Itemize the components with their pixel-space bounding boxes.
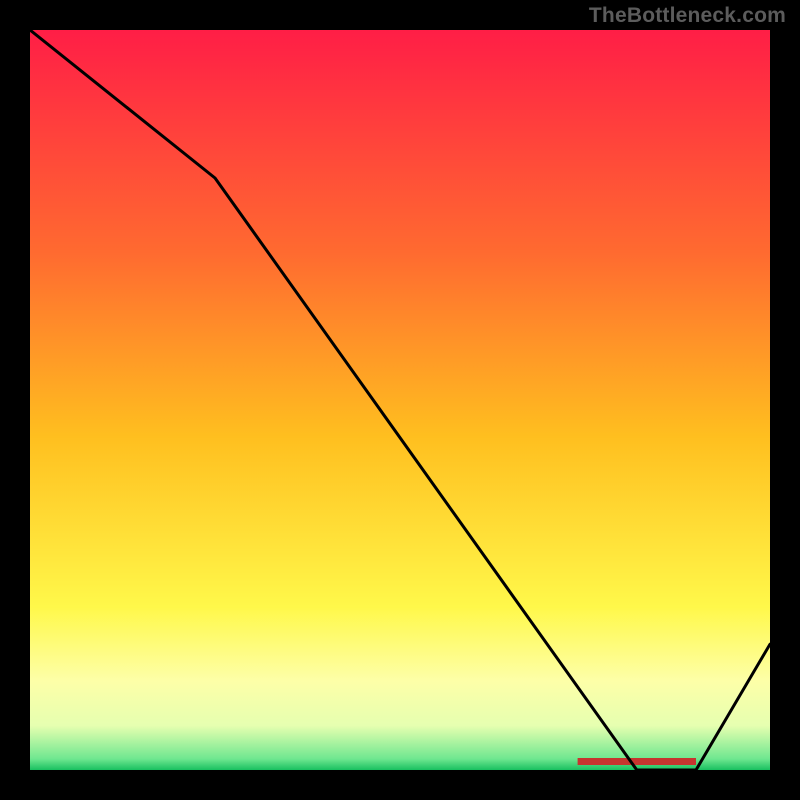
chart-svg: [30, 30, 770, 770]
chart-frame: TheBottleneck.com: [0, 0, 800, 800]
gradient-background: [30, 30, 770, 770]
plot-area: [30, 30, 770, 770]
optimal-band-marker: [578, 758, 696, 765]
watermark-text: TheBottleneck.com: [589, 4, 786, 28]
